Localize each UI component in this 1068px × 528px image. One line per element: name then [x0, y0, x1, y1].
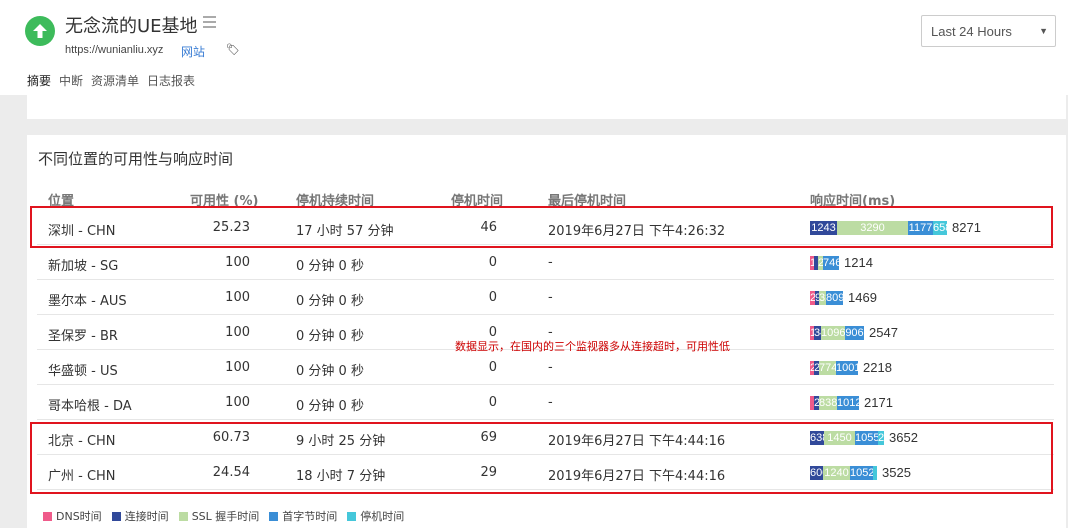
tab-summary[interactable]: 摘要 — [27, 72, 52, 97]
legend-swatch-dns — [43, 511, 52, 521]
location-cell[interactable]: 哥本哈根 - DA — [48, 395, 132, 414]
annotation-note: 数据显示，在国内的三个监视器多从连接超时，可用性低 — [455, 340, 730, 353]
tab-bar: 摘要 中断 资源清单 日志报表 — [27, 72, 195, 97]
location-cell[interactable]: 圣保罗 - BR — [48, 325, 118, 344]
last-down-cell: - — [548, 360, 553, 375]
bar-segment-first-byte[interactable]: 906 — [845, 326, 864, 340]
downtime-duration-cell: 0 分钟 0 秒 — [296, 294, 364, 309]
availability-cell: 100 — [225, 325, 250, 340]
legend-label-ssl: SSL 握手时间 — [191, 510, 260, 523]
legend: DNS时间 连接时间 SSL 握手时间 首字节时间 停机时间 — [43, 508, 404, 524]
table-row[interactable]: 华盛顿 - US 100 0 分钟 0 秒 0 - 2002367741001 2218 — [37, 350, 1054, 385]
response-time-bar[interactable]: 1973481096906 — [810, 326, 864, 340]
response-time-total: 2171 — [864, 395, 893, 410]
legend-item-connect: 连接时间 — [111, 508, 169, 524]
menu-icon[interactable] — [203, 16, 216, 29]
chevron-down-icon: ▼ — [1039, 26, 1048, 36]
availability-cell: 100 — [225, 395, 250, 410]
response-time-total: 2218 — [863, 360, 892, 375]
bar-segment-ssl[interactable]: 774 — [819, 361, 836, 375]
app: 无念流的UE基地 https://wunianliu.xyz 网站 🏷 摘要 中… — [0, 0, 1068, 528]
response-time-total: 1469 — [848, 290, 877, 305]
downtime-duration-cell: 0 分钟 0 秒 — [296, 399, 364, 414]
last-down-cell: - — [548, 395, 553, 410]
highlight-box-shenzhen — [30, 206, 1053, 248]
monitor-type-link[interactable]: 网站 — [181, 43, 205, 60]
last-down-cell: - — [548, 290, 553, 305]
downtime-duration-cell: 0 分钟 0 秒 — [296, 364, 364, 379]
availability-cell: 100 — [225, 290, 250, 305]
table-row[interactable]: 哥本哈根 - DA 100 0 分钟 0 秒 0 - 2558381012 2171 — [37, 385, 1054, 420]
legend-swatch-first-byte — [269, 511, 279, 521]
legend-label-first-byte: 首字节时间 — [282, 510, 338, 523]
bar-segment-first-byte[interactable]: 1001 — [836, 361, 858, 375]
legend-swatch-connect — [111, 511, 121, 521]
bar-segment-ssl[interactable]: 1096 — [821, 326, 845, 340]
legend-swatch-ssl — [178, 511, 188, 521]
location-cell[interactable]: 墨尔本 - AUS — [48, 290, 127, 309]
response-time-bar[interactable]: 2002367741001 — [810, 361, 858, 375]
downtime-count-cell: 0 — [488, 360, 497, 375]
legend-label-connect: 连接时间 — [124, 510, 169, 523]
legend-label-down: 停机时间 — [360, 510, 405, 523]
legend-item-down: 停机时间 — [347, 508, 404, 524]
response-time-bar[interactable]: 2558381012 — [810, 396, 859, 410]
response-time-total: 2547 — [869, 325, 898, 340]
bar-segment-first-byte[interactable]: 746 — [823, 256, 839, 270]
table-row[interactable]: 墨尔本 - AUS 100 0 分钟 0 秒 0 - 24091327809 1469 — [37, 280, 1054, 315]
previous-card — [27, 95, 1066, 119]
card-title: 不同位置的可用性与响应时间 — [38, 150, 234, 168]
downtime-count-cell: 0 — [488, 395, 497, 410]
location-cell[interactable]: 华盛顿 - US — [48, 360, 118, 379]
table-row[interactable]: 新加坡 - SG 100 0 分钟 0 秒 0 - 162247746 1214 — [37, 245, 1054, 280]
bar-segment-first-byte[interactable]: 809 — [826, 291, 843, 305]
legend-item-first-byte: 首字节时间 — [269, 508, 337, 524]
response-time-bar[interactable]: 24091327809 — [810, 291, 843, 305]
bar-segment-connect[interactable]: 348 — [814, 326, 821, 340]
legend-item-dns: DNS时间 — [43, 508, 102, 524]
monitor-url[interactable]: https://wunianliu.xyz — [65, 44, 163, 56]
legend-label-dns: DNS时间 — [56, 510, 102, 523]
monitor-title: 无念流的UE基地 — [65, 16, 198, 37]
downtime-duration-cell: 0 分钟 0 秒 — [296, 259, 364, 274]
tab-inventory[interactable]: 资源清单 — [91, 72, 139, 97]
response-time-total: 1214 — [844, 255, 873, 270]
downtime-count-cell: 0 — [488, 290, 497, 305]
bar-segment-ssl[interactable]: 838 — [819, 396, 837, 410]
bar-segment-first-byte[interactable]: 1012 — [837, 396, 859, 410]
bar-segment-ssl[interactable]: 327 — [819, 291, 826, 305]
time-range-select[interactable]: Last 24 Hours ▼ — [921, 15, 1056, 47]
downtime-count-cell: 0 — [488, 255, 497, 270]
tab-outages[interactable]: 中断 — [59, 72, 83, 97]
time-range-value: Last 24 Hours — [931, 24, 1012, 39]
last-down-cell: - — [548, 255, 553, 270]
header: 无念流的UE基地 https://wunianliu.xyz 网站 🏷 摘要 中… — [0, 0, 1068, 97]
location-cell[interactable]: 新加坡 - SG — [48, 255, 118, 274]
response-time-bar[interactable]: 162247746 — [810, 256, 839, 270]
highlight-box-beijing-guangzhou — [30, 422, 1053, 494]
availability-cell: 100 — [225, 255, 250, 270]
tab-log-report[interactable]: 日志报表 — [147, 72, 195, 97]
status-up-icon — [25, 16, 55, 46]
legend-swatch-down — [347, 511, 357, 521]
downtime-duration-cell: 0 分钟 0 秒 — [296, 329, 364, 344]
legend-item-ssl: SSL 握手时间 — [178, 508, 260, 524]
availability-cell: 100 — [225, 360, 250, 375]
tag-icon[interactable]: 🏷 — [226, 43, 240, 56]
